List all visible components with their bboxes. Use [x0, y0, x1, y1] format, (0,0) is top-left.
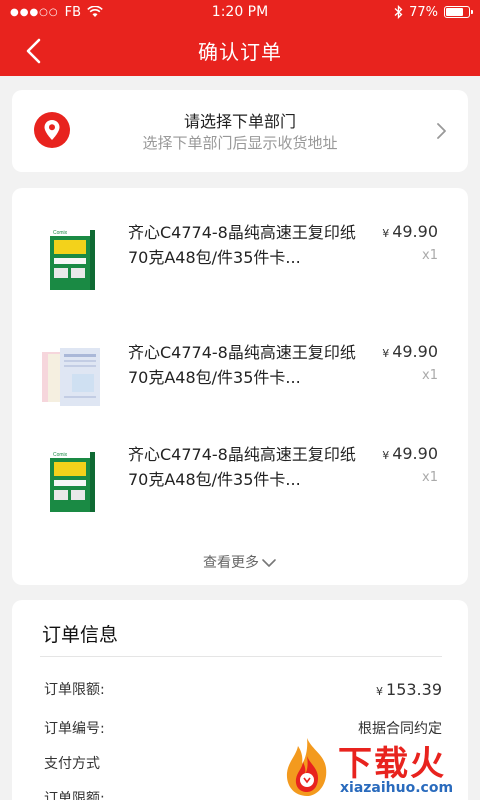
view-more-label: 查看更多	[203, 555, 259, 571]
product-thumbnail: Comix	[50, 228, 95, 290]
svg-text:Comix: Comix	[53, 452, 68, 458]
back-button[interactable]	[20, 36, 50, 66]
status-left: ●●●○○ FB	[10, 5, 103, 20]
product-price: ¥49.90	[382, 342, 438, 361]
department-selector[interactable]: 请选择下单部门 选择下单部门后显示收货地址	[12, 90, 468, 172]
amount: 153.39	[386, 679, 442, 699]
status-bar: ●●●○○ FB 1:20 PM 77%	[0, 0, 480, 24]
battery-percent: 77%	[409, 4, 438, 20]
product-price: ¥49.90	[382, 444, 438, 463]
row-label: 订单限额:	[44, 682, 105, 698]
nav-bar: 确认订单	[0, 24, 480, 76]
price-value: 49.90	[392, 222, 438, 241]
product-price: ¥49.90	[382, 222, 438, 241]
svg-text:Comix: Comix	[53, 230, 68, 236]
row-label: 订单编号:	[44, 721, 105, 737]
row-label: 支付方式	[44, 756, 100, 772]
carrier-label: FB	[64, 4, 82, 20]
view-more-button[interactable]: 查看更多	[12, 552, 468, 572]
product-thumbnail	[42, 348, 100, 406]
currency-symbol: ¥	[382, 449, 390, 462]
chevron-right-icon	[437, 123, 446, 139]
divider	[40, 656, 442, 657]
watermark-text: 下载火	[338, 744, 446, 784]
product-name: 齐心C4774-8晶纯高速王复印纸70克A48包/件35件卡...	[128, 223, 356, 267]
product-name: 齐心C4774-8晶纯高速王复印纸70克A48包/件35件卡...	[128, 343, 356, 387]
watermark-logo: 下载火 xiazaihuo.com	[278, 734, 478, 800]
watermark-url: xiazaihuo.com	[340, 780, 454, 796]
goods-item[interactable]: 齐心C4774-8晶纯高速王复印纸70克A48包/件35件卡... ¥49.90…	[12, 338, 468, 418]
order-limit-value: ¥153.39	[376, 680, 442, 699]
product-thumbnail: Comix	[50, 450, 95, 512]
department-title: 请选择下单部门	[183, 112, 296, 131]
product-quantity: x1	[422, 470, 438, 485]
product-quantity: x1	[422, 368, 438, 383]
price-value: 49.90	[392, 444, 438, 463]
product-name: 齐心C4774-8晶纯高速王复印纸70克A48包/件35件卡...	[128, 445, 356, 489]
currency-symbol: ¥	[376, 684, 384, 698]
order-info-title: 订单信息	[42, 624, 119, 646]
row-label: 订单限额:	[44, 791, 105, 800]
flame-logo-icon	[286, 738, 327, 796]
app-header: ●●●○○ FB 1:20 PM 77% 确认订单	[0, 0, 480, 76]
order-limit-row: 订单限额: ¥153.39	[44, 677, 442, 701]
goods-item[interactable]: Comix 齐心C4774-8晶纯高速王复印纸70克A48包/件35件卡... …	[12, 218, 468, 298]
currency-symbol: ¥	[382, 347, 390, 360]
currency-symbol: ¥	[382, 227, 390, 240]
goods-card: Comix 齐心C4774-8晶纯高速王复印纸70克A48包/件35件卡... …	[12, 188, 468, 585]
product-quantity: x1	[422, 248, 438, 263]
status-right: 77%	[394, 4, 473, 20]
signal-strength-icon: ●●●○○	[10, 6, 59, 18]
battery-level	[446, 8, 463, 16]
chevron-down-icon	[262, 559, 276, 567]
goods-item[interactable]: Comix 齐心C4774-8晶纯高速王复印纸70克A48包/件35件卡... …	[12, 440, 468, 520]
wifi-icon	[87, 6, 103, 17]
price-value: 49.90	[392, 342, 438, 361]
bluetooth-icon	[394, 5, 403, 19]
department-hint: 选择下单部门后显示收货地址	[142, 134, 338, 152]
battery-icon	[444, 6, 473, 18]
page-title: 确认订单	[198, 39, 282, 64]
